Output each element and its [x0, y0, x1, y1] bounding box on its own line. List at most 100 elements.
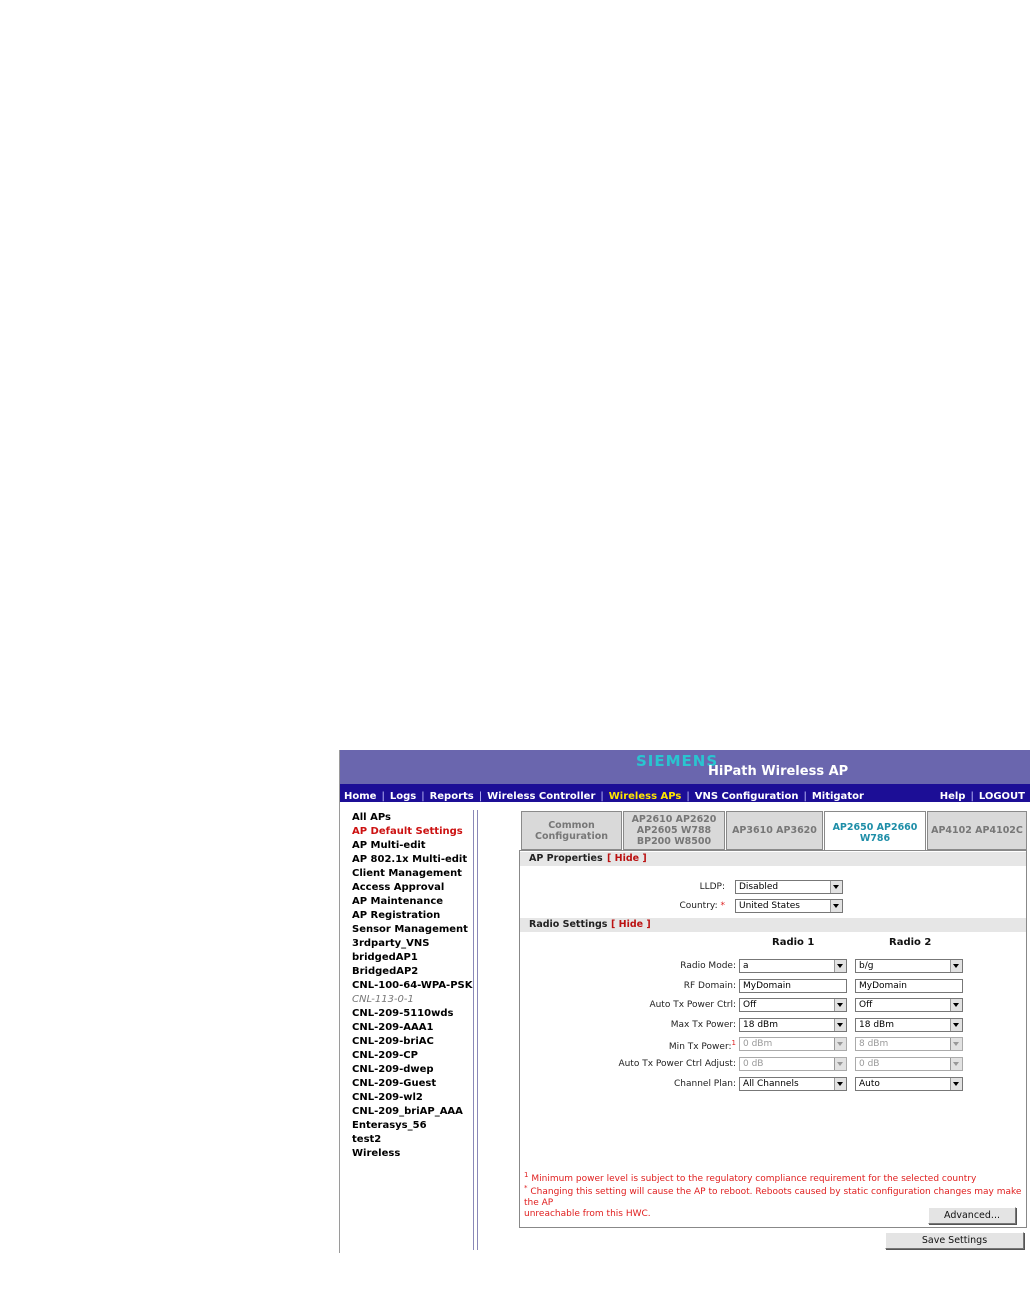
- min-tx-power-radio1-select: 0 dBm: [739, 1037, 847, 1051]
- auto-tx-power-ctrl-radio2-select[interactable]: Off: [855, 998, 963, 1012]
- tab-label: AP2610 AP2620 AP2605 W788 BP200 W8500: [631, 814, 717, 847]
- channel-plan-radio1-select[interactable]: All Channels: [739, 1077, 847, 1091]
- auto-tx-power-ctrl-radio1-select[interactable]: Off: [739, 998, 847, 1012]
- channel-plan-label-text: Channel Plan:: [674, 1079, 736, 1089]
- tab-label: Common Configuration: [534, 819, 609, 842]
- max-tx-power-label: Max Tx Power:: [671, 1020, 736, 1030]
- sidebar-item-client-management[interactable]: Client Management: [352, 867, 472, 881]
- nav-logs[interactable]: Logs: [390, 791, 416, 802]
- sidebar-item-sensor-management[interactable]: Sensor Management: [352, 923, 472, 937]
- nav-wireless-controller[interactable]: Wireless Controller: [487, 791, 595, 802]
- tab-label: AP3610 AP3620: [732, 825, 817, 836]
- window-border: [339, 750, 340, 1253]
- min-tx-power-label-text: Min Tx Power:: [668, 1042, 732, 1052]
- tab-ap4102-ap4102c[interactable]: AP4102 AP4102C: [927, 811, 1027, 850]
- ap-properties-hide-link[interactable]: [ Hide ]: [607, 852, 647, 866]
- tab-ap2650-ap2660-w786[interactable]: AP2650 AP2660 W786: [824, 811, 926, 853]
- auto-tx-power-ctrl-adjust-radio1-value: 0 dB: [743, 1059, 764, 1069]
- max-tx-power-radio1-select[interactable]: 18 dBm: [739, 1018, 847, 1032]
- radio-mode-radio1-select[interactable]: a: [739, 959, 847, 973]
- product-title: HiPath Wireless AP: [708, 764, 849, 779]
- rf-domain-radio1-value: MyDomain: [743, 981, 792, 991]
- sidebar-item-cnl-100-64-wpa-psk[interactable]: CNL-100-64-WPA-PSK: [352, 979, 472, 993]
- sidebar-item-cnl-209-5110wds[interactable]: CNL-209-5110wds: [352, 1007, 472, 1021]
- chevron-down-icon: [950, 1038, 962, 1050]
- sidebar-item-cnl-209-briac[interactable]: CNL-209-briAC: [352, 1035, 472, 1049]
- sidebar-item-3rdparty-vns[interactable]: 3rdparty_VNS: [352, 937, 472, 951]
- main-nav: Home | Logs | Reports | Wireless Controller | Wi…: [340, 784, 1030, 802]
- sidebar-item-enterasys-56[interactable]: Enterasys_56: [352, 1119, 472, 1133]
- sidebar-item-bridgedap1[interactable]: bridgedAP1: [352, 951, 472, 965]
- auto-tx-power-ctrl-radio2-value: Off: [859, 1000, 873, 1010]
- sidebar-item-ap-default-settings[interactable]: AP Default Settings: [352, 825, 472, 839]
- chevron-down-icon: [950, 999, 962, 1011]
- nav-help[interactable]: Help: [940, 791, 966, 802]
- sidebar-divider: [473, 810, 478, 1250]
- sidebar-item-cnl-113-0-1[interactable]: CNL-113-0-1: [352, 993, 472, 1007]
- nav-vns-configuration[interactable]: VNS Configuration: [695, 791, 799, 802]
- tab-ap2610-ap2620-ap2605-w788-bp200-w8500[interactable]: AP2610 AP2620 AP2605 W788 BP200 W8500: [623, 811, 725, 850]
- nav-mitigator[interactable]: Mitigator: [812, 791, 864, 802]
- advanced-button[interactable]: Advanced...: [928, 1207, 1016, 1224]
- tab-common-configuration[interactable]: Common Configuration: [521, 811, 622, 850]
- auto-tx-power-ctrl-adjust-label-text: Auto Tx Power Ctrl Adjust:: [618, 1059, 736, 1069]
- sidebar-item-cnl-209-wl2[interactable]: CNL-209-wl2: [352, 1091, 472, 1105]
- nav-reports[interactable]: Reports: [430, 791, 474, 802]
- tab-ap3610-ap3620[interactable]: AP3610 AP3620: [726, 811, 823, 850]
- sidebar-item-cnl-209-aaa1[interactable]: CNL-209-AAA1: [352, 1021, 472, 1035]
- channel-plan-radio2-value: Auto: [859, 1079, 880, 1089]
- country-label-text: Country:: [679, 901, 718, 911]
- sidebar: All APs AP Default Settings AP Multi-edit A…: [352, 811, 472, 1161]
- footnote-2-text: Changing this setting will cause the AP …: [524, 1187, 1022, 1208]
- save-settings-button[interactable]: Save Settings: [885, 1232, 1024, 1249]
- nav-separator: |: [478, 791, 483, 802]
- sidebar-item-ap-802-1x-multi-edit[interactable]: AP 802.1x Multi-edit: [352, 853, 472, 867]
- lldp-select[interactable]: Disabled: [735, 880, 843, 894]
- footnote-2-text-cont: unreachable from this HWC.: [524, 1209, 651, 1219]
- country-select[interactable]: United States: [735, 899, 843, 913]
- rf-domain-radio2-input[interactable]: MyDomain: [855, 979, 963, 993]
- lldp-value: Disabled: [739, 882, 779, 892]
- radio-settings-hide-link[interactable]: [ Hide ]: [611, 918, 651, 932]
- brand-logo: SIEMENS: [636, 752, 719, 770]
- radio1-header: Radio 1: [772, 937, 815, 948]
- sidebar-item-wireless[interactable]: Wireless: [352, 1147, 472, 1161]
- max-tx-power-radio2-select[interactable]: 18 dBm: [855, 1018, 963, 1032]
- nav-home[interactable]: Home: [344, 791, 376, 802]
- nav-logout[interactable]: LOGOUT: [979, 791, 1025, 802]
- sidebar-item-ap-multi-edit[interactable]: AP Multi-edit: [352, 839, 472, 853]
- sidebar-item-bridgedap2[interactable]: BridgedAP2: [352, 965, 472, 979]
- tab-label: AP4102 AP4102C: [931, 825, 1023, 836]
- radio2-header: Radio 2: [889, 937, 932, 948]
- sidebar-item-cnl-209-cp[interactable]: CNL-209-CP: [352, 1049, 472, 1063]
- auto-tx-power-ctrl-adjust-label: Auto Tx Power Ctrl Adjust:: [618, 1059, 736, 1069]
- min-tx-power-radio1-value: 0 dBm: [743, 1039, 773, 1049]
- country-label: Country: *: [679, 901, 725, 911]
- sidebar-item-all-aps[interactable]: All APs: [352, 811, 472, 825]
- footnote-1-mark: 1: [524, 1171, 529, 1179]
- nav-wireless-aps[interactable]: Wireless APs: [609, 791, 682, 802]
- rf-domain-radio1-input[interactable]: MyDomain: [739, 979, 847, 993]
- rf-domain-label-text: RF Domain:: [683, 981, 736, 991]
- sidebar-item-cnl-209-guest[interactable]: CNL-209-Guest: [352, 1077, 472, 1091]
- sidebar-item-cnl-209-dwep[interactable]: CNL-209-dwep: [352, 1063, 472, 1077]
- auto-tx-power-ctrl-adjust-radio2-select: 0 dB: [855, 1057, 963, 1071]
- radio-mode-radio2-select[interactable]: b/g: [855, 959, 963, 973]
- main-nav-left: Home | Logs | Reports | Wireless Controller | Wi…: [344, 784, 864, 806]
- lldp-label: LLDP:: [699, 882, 725, 892]
- sidebar-item-cnl-209-briap-aaa[interactable]: CNL-209_briAP_AAA: [352, 1105, 472, 1119]
- chevron-down-icon: [834, 960, 846, 972]
- sidebar-item-ap-maintenance[interactable]: AP Maintenance: [352, 895, 472, 909]
- chevron-down-icon: [834, 1038, 846, 1050]
- channel-plan-radio2-select[interactable]: Auto: [855, 1077, 963, 1091]
- nav-separator: |: [600, 791, 604, 802]
- sidebar-item-test2[interactable]: test2: [352, 1133, 472, 1147]
- main-nav-right: Help | LOGOUT: [940, 784, 1025, 806]
- sidebar-item-ap-registration[interactable]: AP Registration: [352, 909, 472, 923]
- footnote-2-mark: *: [524, 1184, 528, 1192]
- auto-tx-power-ctrl-label: Auto Tx Power Ctrl:: [649, 1000, 736, 1010]
- max-tx-power-radio2-value: 18 dBm: [859, 1020, 894, 1030]
- radio-mode-radio1-value: a: [743, 961, 749, 971]
- radio-mode-radio2-value: b/g: [859, 961, 874, 971]
- sidebar-item-access-approval[interactable]: Access Approval: [352, 881, 472, 895]
